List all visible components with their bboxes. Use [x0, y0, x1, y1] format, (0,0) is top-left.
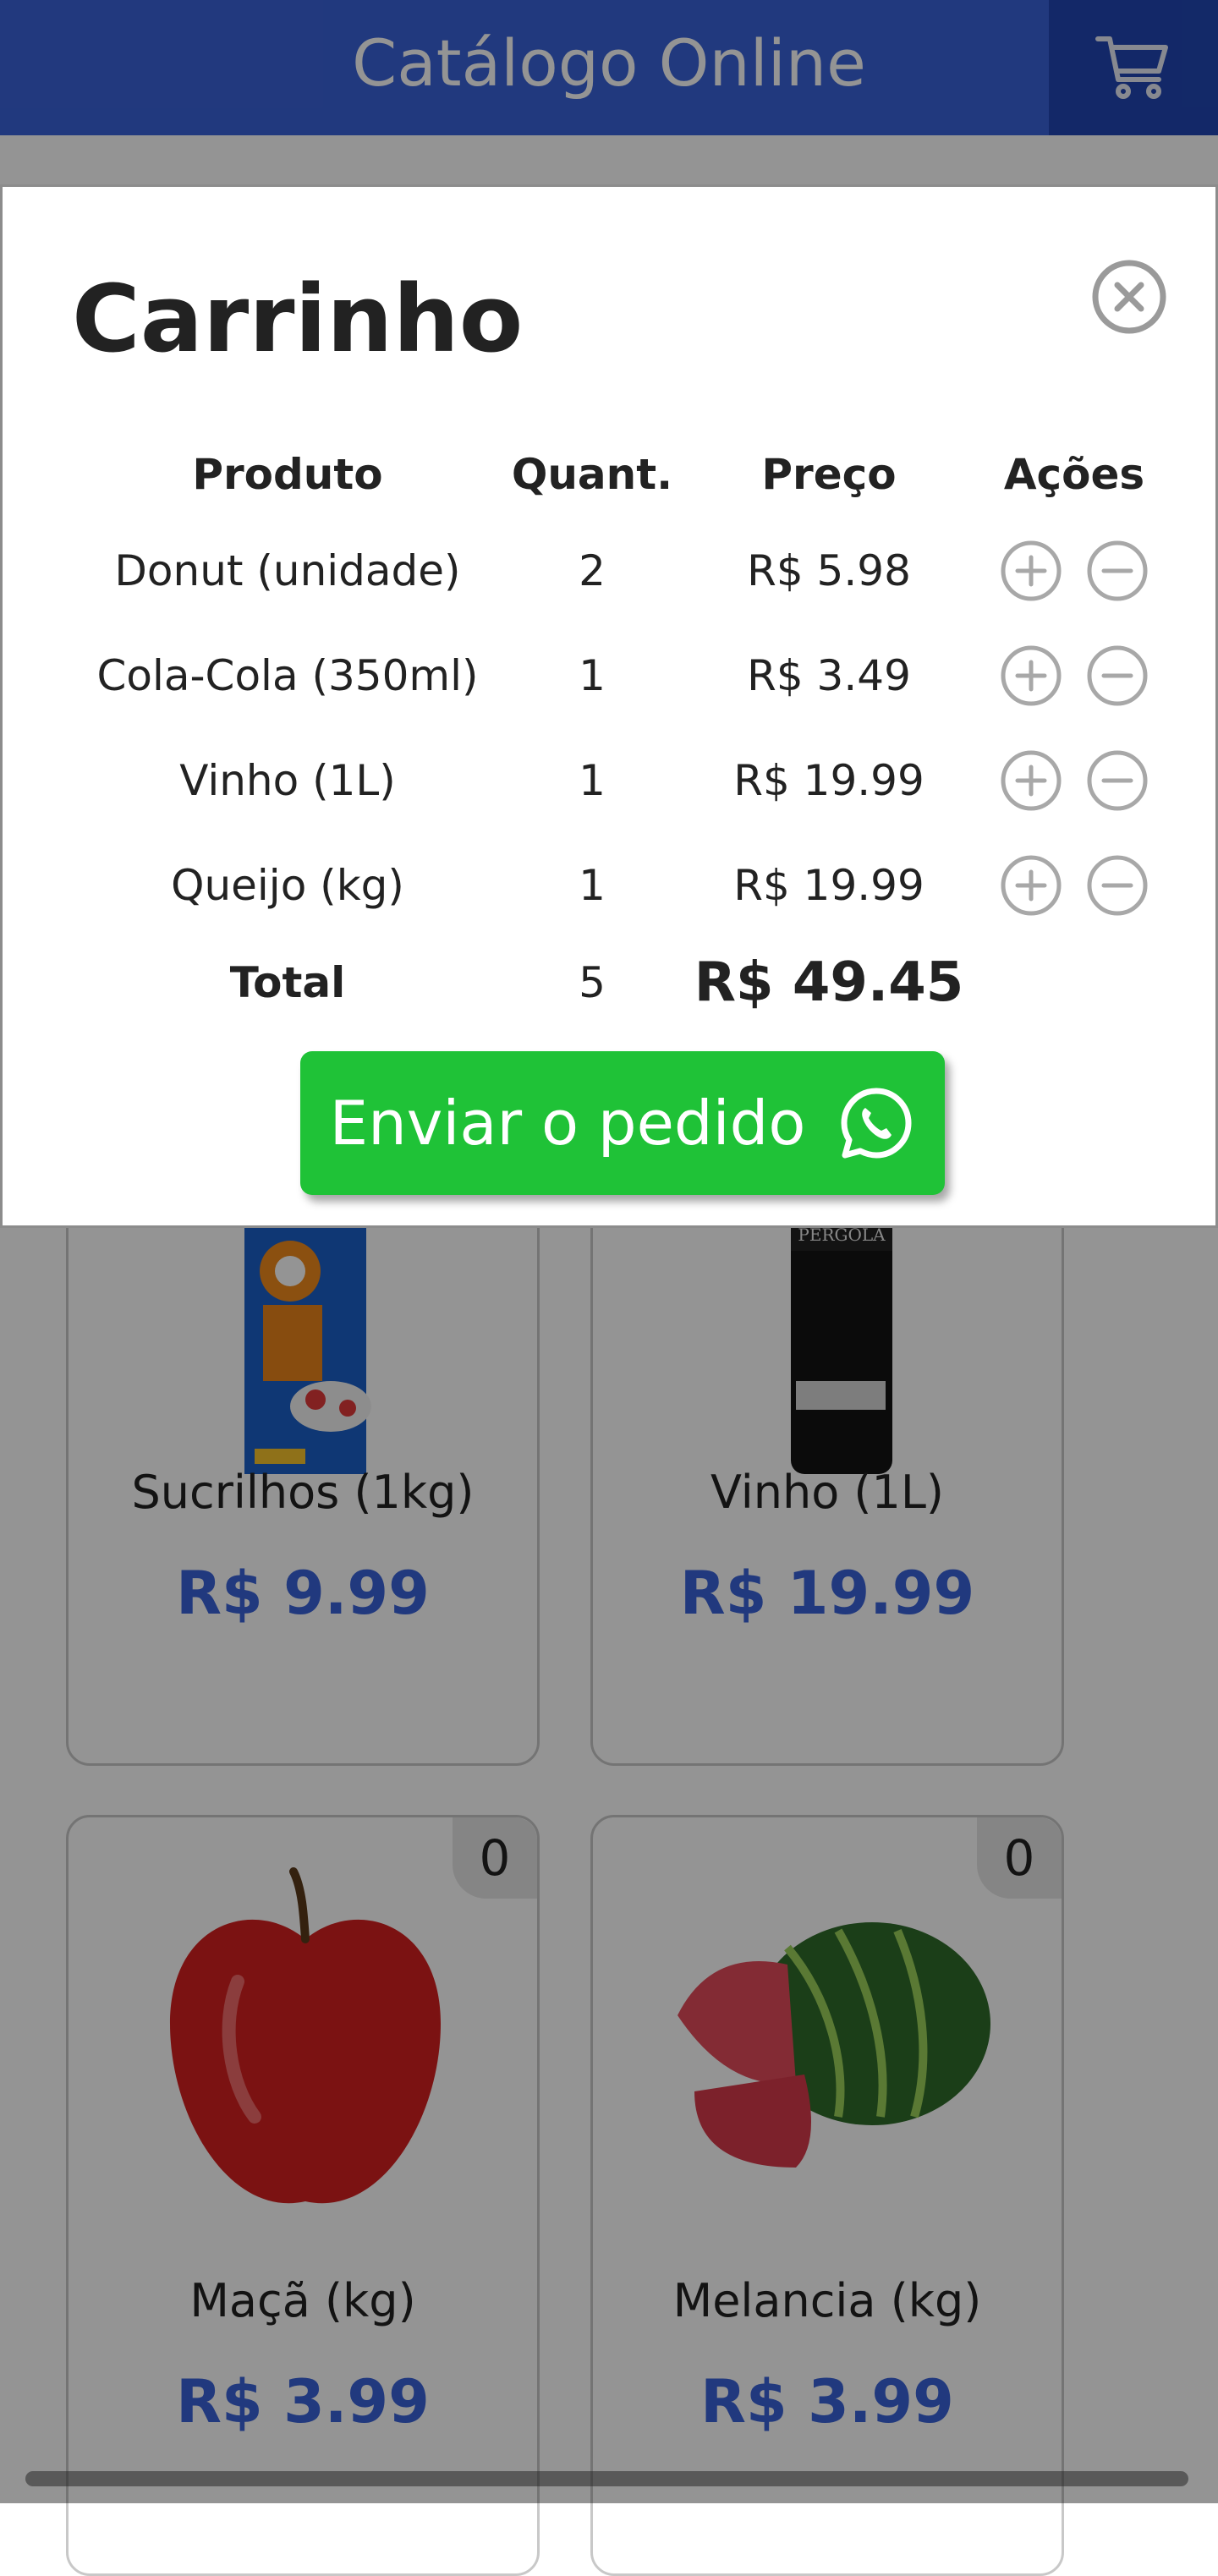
price-cell: R$ 19.99	[733, 861, 924, 910]
cart-table: Produto Quant. Preço Ações Donut (unidad…	[72, 430, 1171, 1028]
product-cell: Vinho (1L)	[179, 756, 396, 805]
quantity-cell: 1	[579, 756, 606, 805]
price-cell: R$ 19.99	[733, 756, 924, 805]
price-cell: R$ 3.49	[747, 651, 911, 700]
column-header: Preço	[761, 450, 897, 499]
total-row: Total 5 R$ 49.45	[72, 938, 1171, 1028]
product-cell: Cola-Cola (350ml)	[96, 651, 479, 700]
minus-circle-icon[interactable]	[1085, 748, 1149, 813]
actions-cell	[977, 833, 1171, 938]
quantity-cell: 1	[579, 651, 606, 700]
plus-circle-icon[interactable]	[999, 644, 1063, 708]
minus-circle-icon[interactable]	[1085, 853, 1149, 918]
close-icon[interactable]	[1090, 258, 1168, 336]
send-order-label: Enviar o pedido	[329, 1088, 806, 1159]
minus-circle-icon[interactable]	[1085, 644, 1149, 708]
table-header-row: Produto Quant. Preço Ações	[72, 430, 1171, 518]
plus-circle-icon[interactable]	[999, 539, 1063, 603]
column-header: Quant.	[511, 450, 673, 499]
actions-cell	[977, 728, 1171, 833]
plus-circle-icon[interactable]	[999, 853, 1063, 918]
empty-cell	[977, 938, 1171, 1028]
minus-circle-icon[interactable]	[1085, 539, 1149, 603]
cart-title: Carrinho	[72, 265, 524, 373]
table-row: Donut (unidade) 2 R$ 5.98	[72, 518, 1171, 623]
total-quantity: 5	[579, 958, 606, 1007]
column-header: Produto	[192, 450, 383, 499]
actions-cell	[977, 623, 1171, 728]
total-price: R$ 49.45	[694, 951, 964, 1014]
product-cell: Queijo (kg)	[171, 861, 404, 910]
actions-cell	[977, 518, 1171, 623]
total-label: Total	[229, 958, 346, 1007]
quantity-cell: 2	[579, 546, 606, 595]
plus-circle-icon[interactable]	[999, 748, 1063, 813]
send-order-button[interactable]: Enviar o pedido	[300, 1051, 945, 1195]
column-header: Ações	[1003, 450, 1145, 499]
quantity-cell: 1	[579, 861, 606, 910]
table-row: Vinho (1L) 1 R$ 19.99	[72, 728, 1171, 833]
product-cell: Donut (unidade)	[114, 546, 461, 595]
table-row: Cola-Cola (350ml) 1 R$ 3.49	[72, 623, 1171, 728]
price-cell: R$ 5.98	[747, 546, 911, 595]
whatsapp-icon	[841, 1088, 912, 1159]
table-row: Queijo (kg) 1 R$ 19.99	[72, 833, 1171, 938]
horizontal-scrollbar[interactable]	[25, 2471, 1188, 2486]
cart-modal: Carrinho Produto Quant. Preço Ações Donu…	[0, 184, 1218, 1228]
